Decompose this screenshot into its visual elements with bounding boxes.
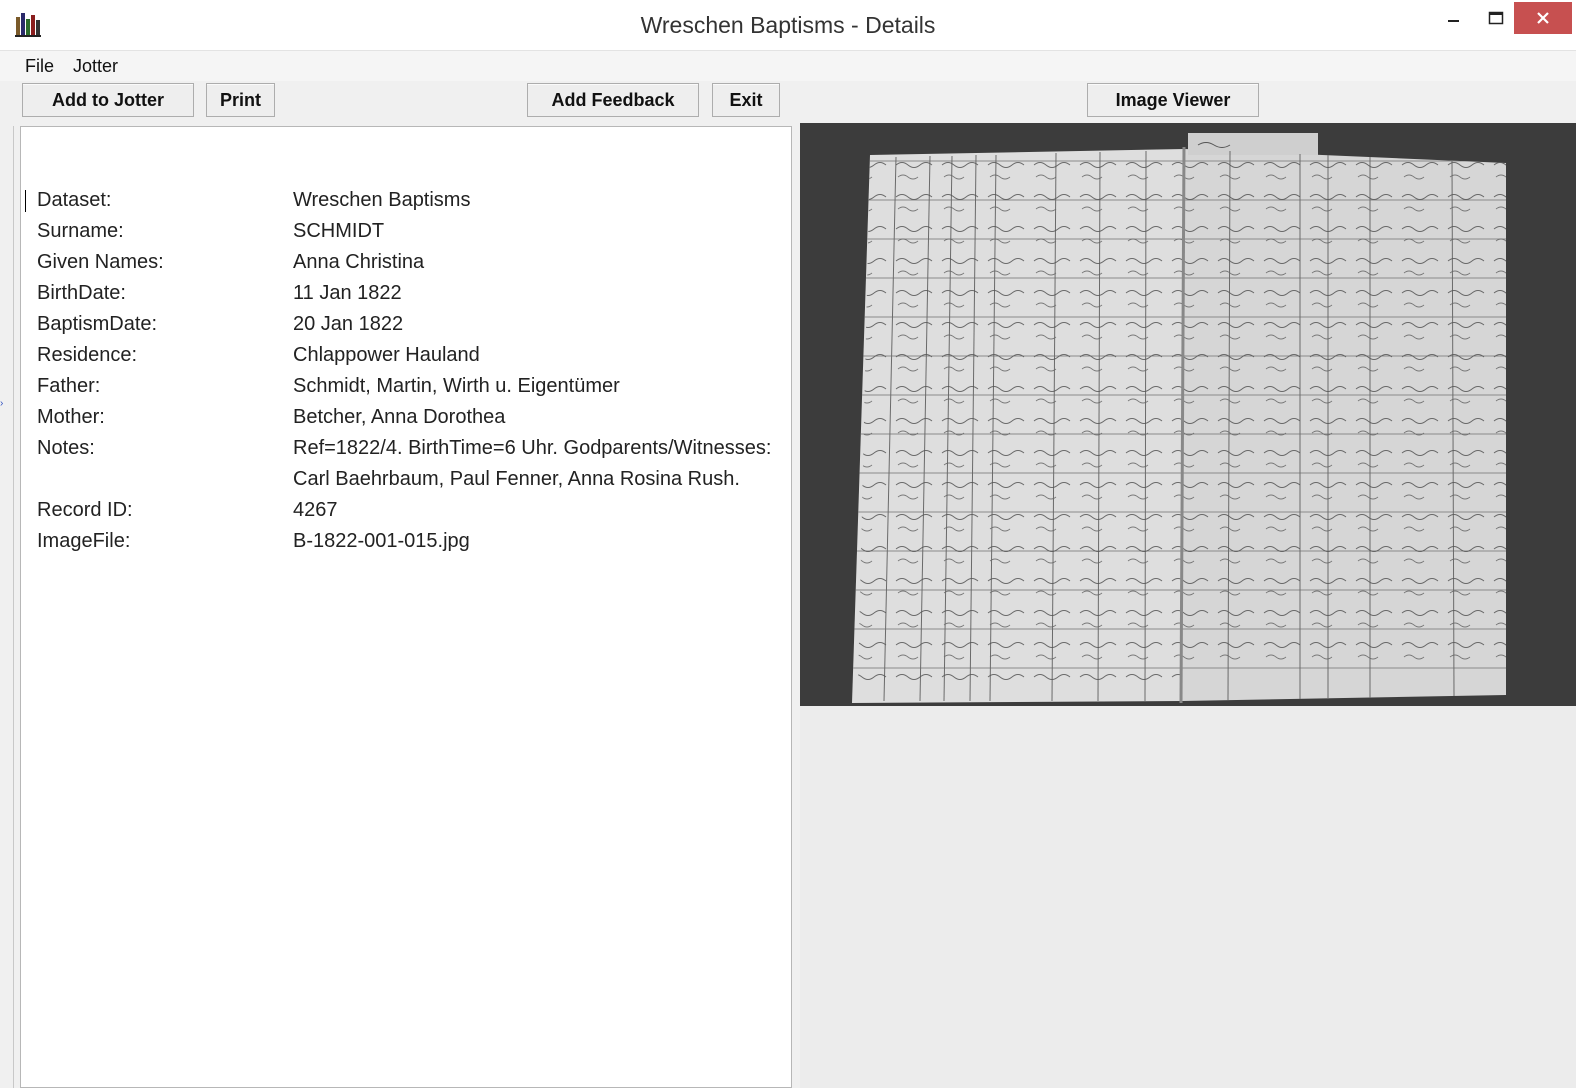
register-page-drawing — [800, 123, 1576, 706]
field-row-given-names: Given Names: Anna Christina — [21, 251, 791, 281]
field-label: Record ID: — [37, 499, 133, 521]
edge-marker-icon: › — [0, 398, 4, 409]
maximize-icon — [1488, 11, 1504, 25]
field-row-baptismdate: BaptismDate: 20 Jan 1822 — [21, 313, 791, 343]
image-panel-background — [800, 706, 1576, 1088]
field-value: B-1822-001-015.jpg — [293, 530, 470, 552]
field-label: Mother: — [37, 406, 105, 428]
field-label: BirthDate: — [37, 282, 126, 304]
print-button[interactable]: Print — [206, 83, 275, 117]
field-row-mother: Mother: Betcher, Anna Dorothea — [21, 406, 791, 436]
field-row-father: Father: Schmidt, Martin, Wirth u. Eigent… — [21, 375, 791, 405]
field-row-notes: Notes: Ref=1822/4. BirthTime=6 Uhr. Godp… — [21, 437, 791, 467]
field-label: BaptismDate: — [37, 313, 158, 335]
field-label: Given Names: — [37, 251, 164, 273]
field-row-imagefile: ImageFile: B-1822-001-015.jpg — [21, 530, 791, 560]
field-label: Surname: — [37, 220, 124, 242]
field-value: 20 Jan 1822 — [293, 313, 404, 335]
field-value: Ref=1822/4. BirthTime=6 Uhr. Godparents/… — [293, 437, 772, 459]
field-value: 4267 — [293, 499, 338, 521]
field-value: Chlappower Hauland — [293, 344, 480, 366]
minimize-icon — [1448, 20, 1459, 22]
field-row-residence: Residence: Chlappower Hauland — [21, 344, 791, 374]
close-button[interactable] — [1514, 2, 1572, 34]
register-scan-image[interactable] — [800, 123, 1576, 706]
field-label: Father: — [37, 375, 101, 397]
menu-file[interactable]: File — [25, 56, 54, 77]
menu-bar: File Jotter — [0, 50, 1576, 81]
minimize-button[interactable] — [1432, 2, 1476, 34]
field-value: Carl Baehrbaum, Paul Fenner, Anna Rosina… — [293, 468, 740, 490]
field-row-birthdate: BirthDate: 11 Jan 1822 — [21, 282, 791, 312]
menu-jotter[interactable]: Jotter — [73, 56, 118, 77]
field-label: Dataset: — [37, 189, 112, 211]
field-label: ImageFile: — [37, 530, 131, 552]
record-details-panel[interactable]: Dataset: Wreschen Baptisms Surname: SCHM… — [20, 126, 792, 1088]
add-to-jotter-button[interactable]: Add to Jotter — [22, 83, 194, 117]
field-value: Anna Christina — [293, 251, 425, 273]
field-label: Notes: — [37, 437, 95, 459]
field-row-surname: Surname: SCHMIDT — [21, 220, 791, 250]
field-row-notes-continued: Carl Baehrbaum, Paul Fenner, Anna Rosina… — [21, 468, 791, 498]
window-title: Wreschen Baptisms - Details — [640, 12, 936, 38]
close-icon — [1537, 12, 1549, 24]
field-label: Residence: — [37, 344, 138, 366]
field-row-dataset: Dataset: Wreschen Baptisms — [21, 189, 791, 219]
field-value: SCHMIDT — [293, 220, 385, 242]
field-row-record-id: Record ID: 4267 — [21, 499, 791, 529]
field-value: 11 Jan 1822 — [293, 282, 402, 304]
field-value: Betcher, Anna Dorothea — [293, 406, 506, 428]
add-feedback-button[interactable]: Add Feedback — [527, 83, 699, 117]
field-value: Wreschen Baptisms — [293, 189, 471, 211]
maximize-button[interactable] — [1474, 2, 1518, 34]
field-value: Schmidt, Martin, Wirth u. Eigentümer — [293, 375, 620, 397]
exit-button[interactable]: Exit — [712, 83, 780, 117]
image-viewer-button[interactable]: Image Viewer — [1087, 83, 1259, 117]
title-bar: Wreschen Baptisms - Details — [0, 0, 1576, 50]
left-border-line — [13, 126, 14, 1088]
